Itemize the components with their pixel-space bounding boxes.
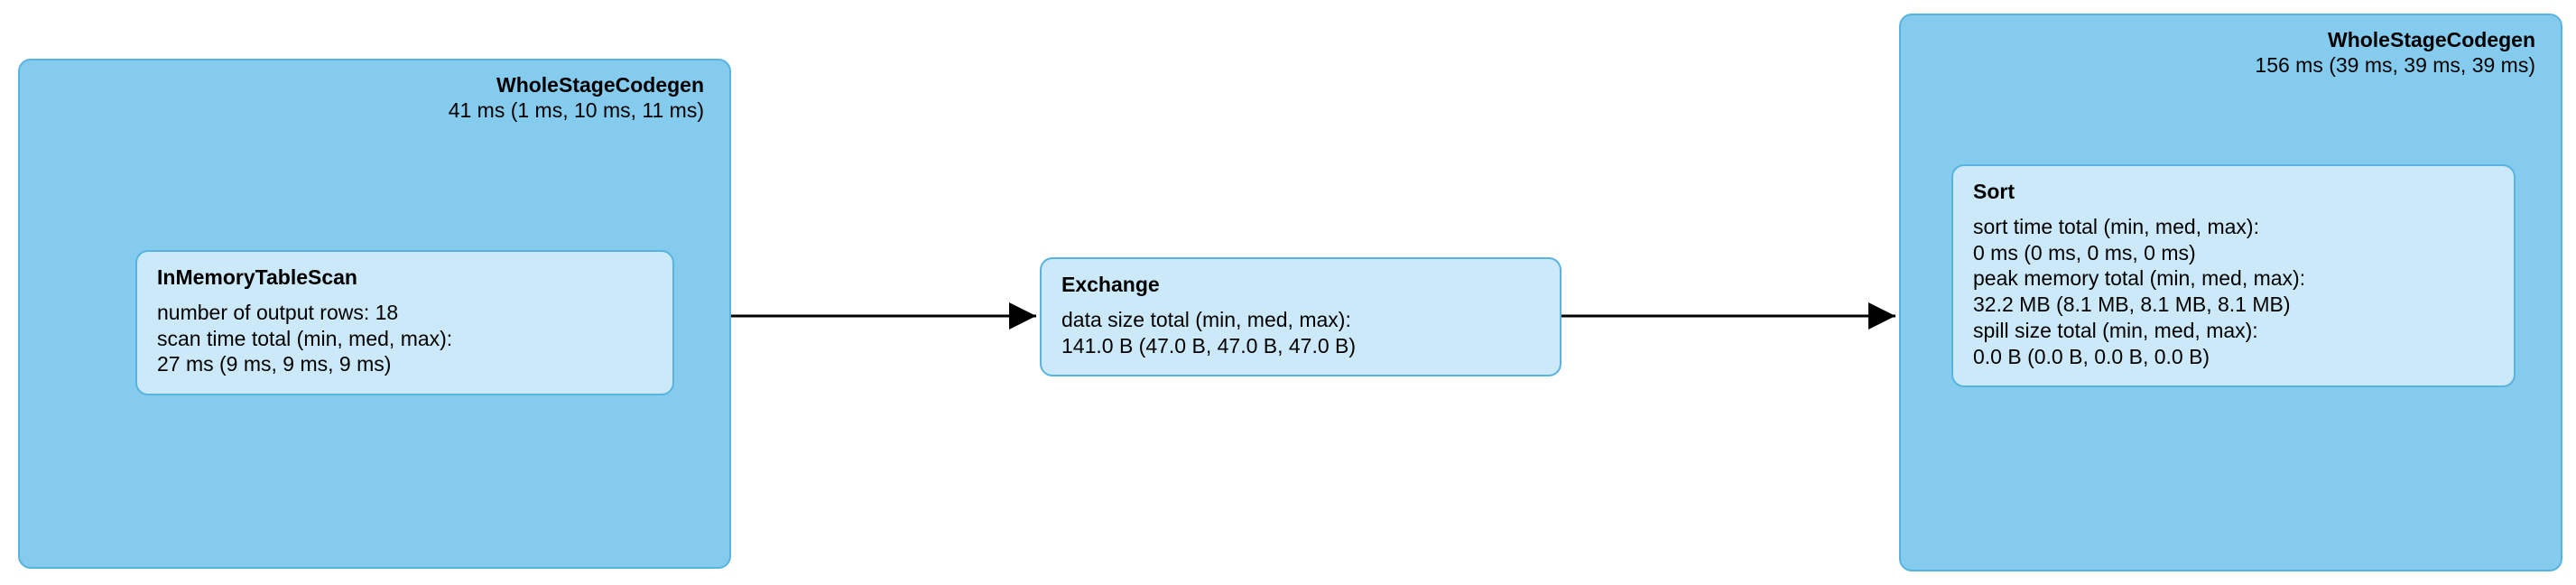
wholestagecodegen-right-header: WholeStageCodegen 156 ms (39 ms, 39 ms, … [1901, 15, 2561, 87]
exchange-node: Exchange data size total (min, med, max)… [1040, 257, 1561, 376]
exchange-data-size-value: 141.0 B (47.0 B, 47.0 B, 47.0 B) [1061, 333, 1540, 359]
wholestagecodegen-left-subtitle: 41 ms (1 ms, 10 ms, 11 ms) [45, 98, 704, 124]
sort-title: Sort [1973, 179, 2494, 205]
inmemorytablescan-scan-time-value: 27 ms (9 ms, 9 ms, 9 ms) [157, 351, 653, 377]
wholestagecodegen-right: WholeStageCodegen 156 ms (39 ms, 39 ms, … [1899, 14, 2562, 571]
sort-node: Sort sort time total (min, med, max): 0 … [1951, 164, 2516, 387]
exchange-title: Exchange [1061, 272, 1540, 298]
wholestagecodegen-left-title: WholeStageCodegen [45, 73, 704, 98]
exchange-data-size-label: data size total (min, med, max): [1061, 307, 1540, 333]
inmemorytablescan-scan-time-label: scan time total (min, med, max): [157, 326, 653, 352]
query-plan-diagram: WholeStageCodegen 41 ms (1 ms, 10 ms, 11… [0, 0, 2576, 585]
inmemorytablescan-node: InMemoryTableScan number of output rows:… [135, 250, 674, 395]
sort-peak-memory-label: peak memory total (min, med, max): [1973, 265, 2494, 292]
wholestagecodegen-left-header: WholeStageCodegen 41 ms (1 ms, 10 ms, 11… [20, 60, 729, 132]
sort-time-value: 0 ms (0 ms, 0 ms, 0 ms) [1973, 240, 2494, 266]
sort-peak-memory-value: 32.2 MB (8.1 MB, 8.1 MB, 8.1 MB) [1973, 292, 2494, 318]
sort-spill-size-label: spill size total (min, med, max): [1973, 318, 2494, 344]
inmemorytablescan-output-rows: number of output rows: 18 [157, 300, 653, 326]
wholestagecodegen-right-title: WholeStageCodegen [1926, 28, 2535, 53]
inmemorytablescan-title: InMemoryTableScan [157, 265, 653, 291]
wholestagecodegen-right-subtitle: 156 ms (39 ms, 39 ms, 39 ms) [1926, 53, 2535, 79]
wholestagecodegen-left: WholeStageCodegen 41 ms (1 ms, 10 ms, 11… [18, 59, 731, 569]
sort-time-label: sort time total (min, med, max): [1973, 214, 2494, 240]
sort-spill-size-value: 0.0 B (0.0 B, 0.0 B, 0.0 B) [1973, 344, 2494, 370]
